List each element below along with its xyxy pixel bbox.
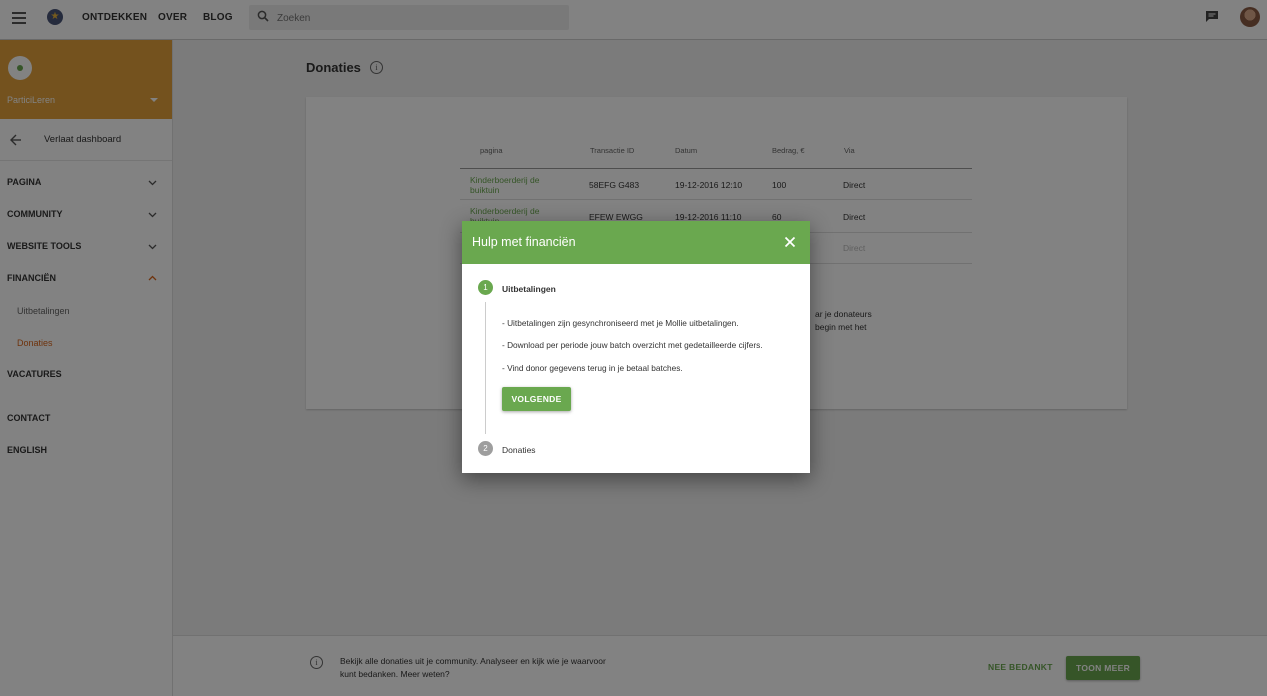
step-text: - Vind donor gegevens terug in je betaal… [502, 363, 683, 373]
step-title[interactable]: Uitbetalingen [502, 284, 556, 294]
dialog-title: Hulp met financiën [472, 235, 576, 249]
step-text: - Download per periode jouw batch overzi… [502, 340, 763, 350]
stepper-line [485, 302, 486, 434]
step-number[interactable]: 2 [478, 441, 493, 456]
dialog-header: Hulp met financiën [462, 221, 810, 264]
next-button[interactable]: VOLGENDE [502, 387, 571, 411]
step-number[interactable]: 1 [478, 280, 493, 295]
step-title[interactable]: Donaties [502, 445, 536, 455]
step-text: - Uitbetalingen zijn gesynchroniseerd me… [502, 318, 739, 328]
close-icon[interactable] [784, 236, 796, 248]
help-dialog: Hulp met financiën 1 Uitbetalingen - Uit… [462, 221, 810, 473]
